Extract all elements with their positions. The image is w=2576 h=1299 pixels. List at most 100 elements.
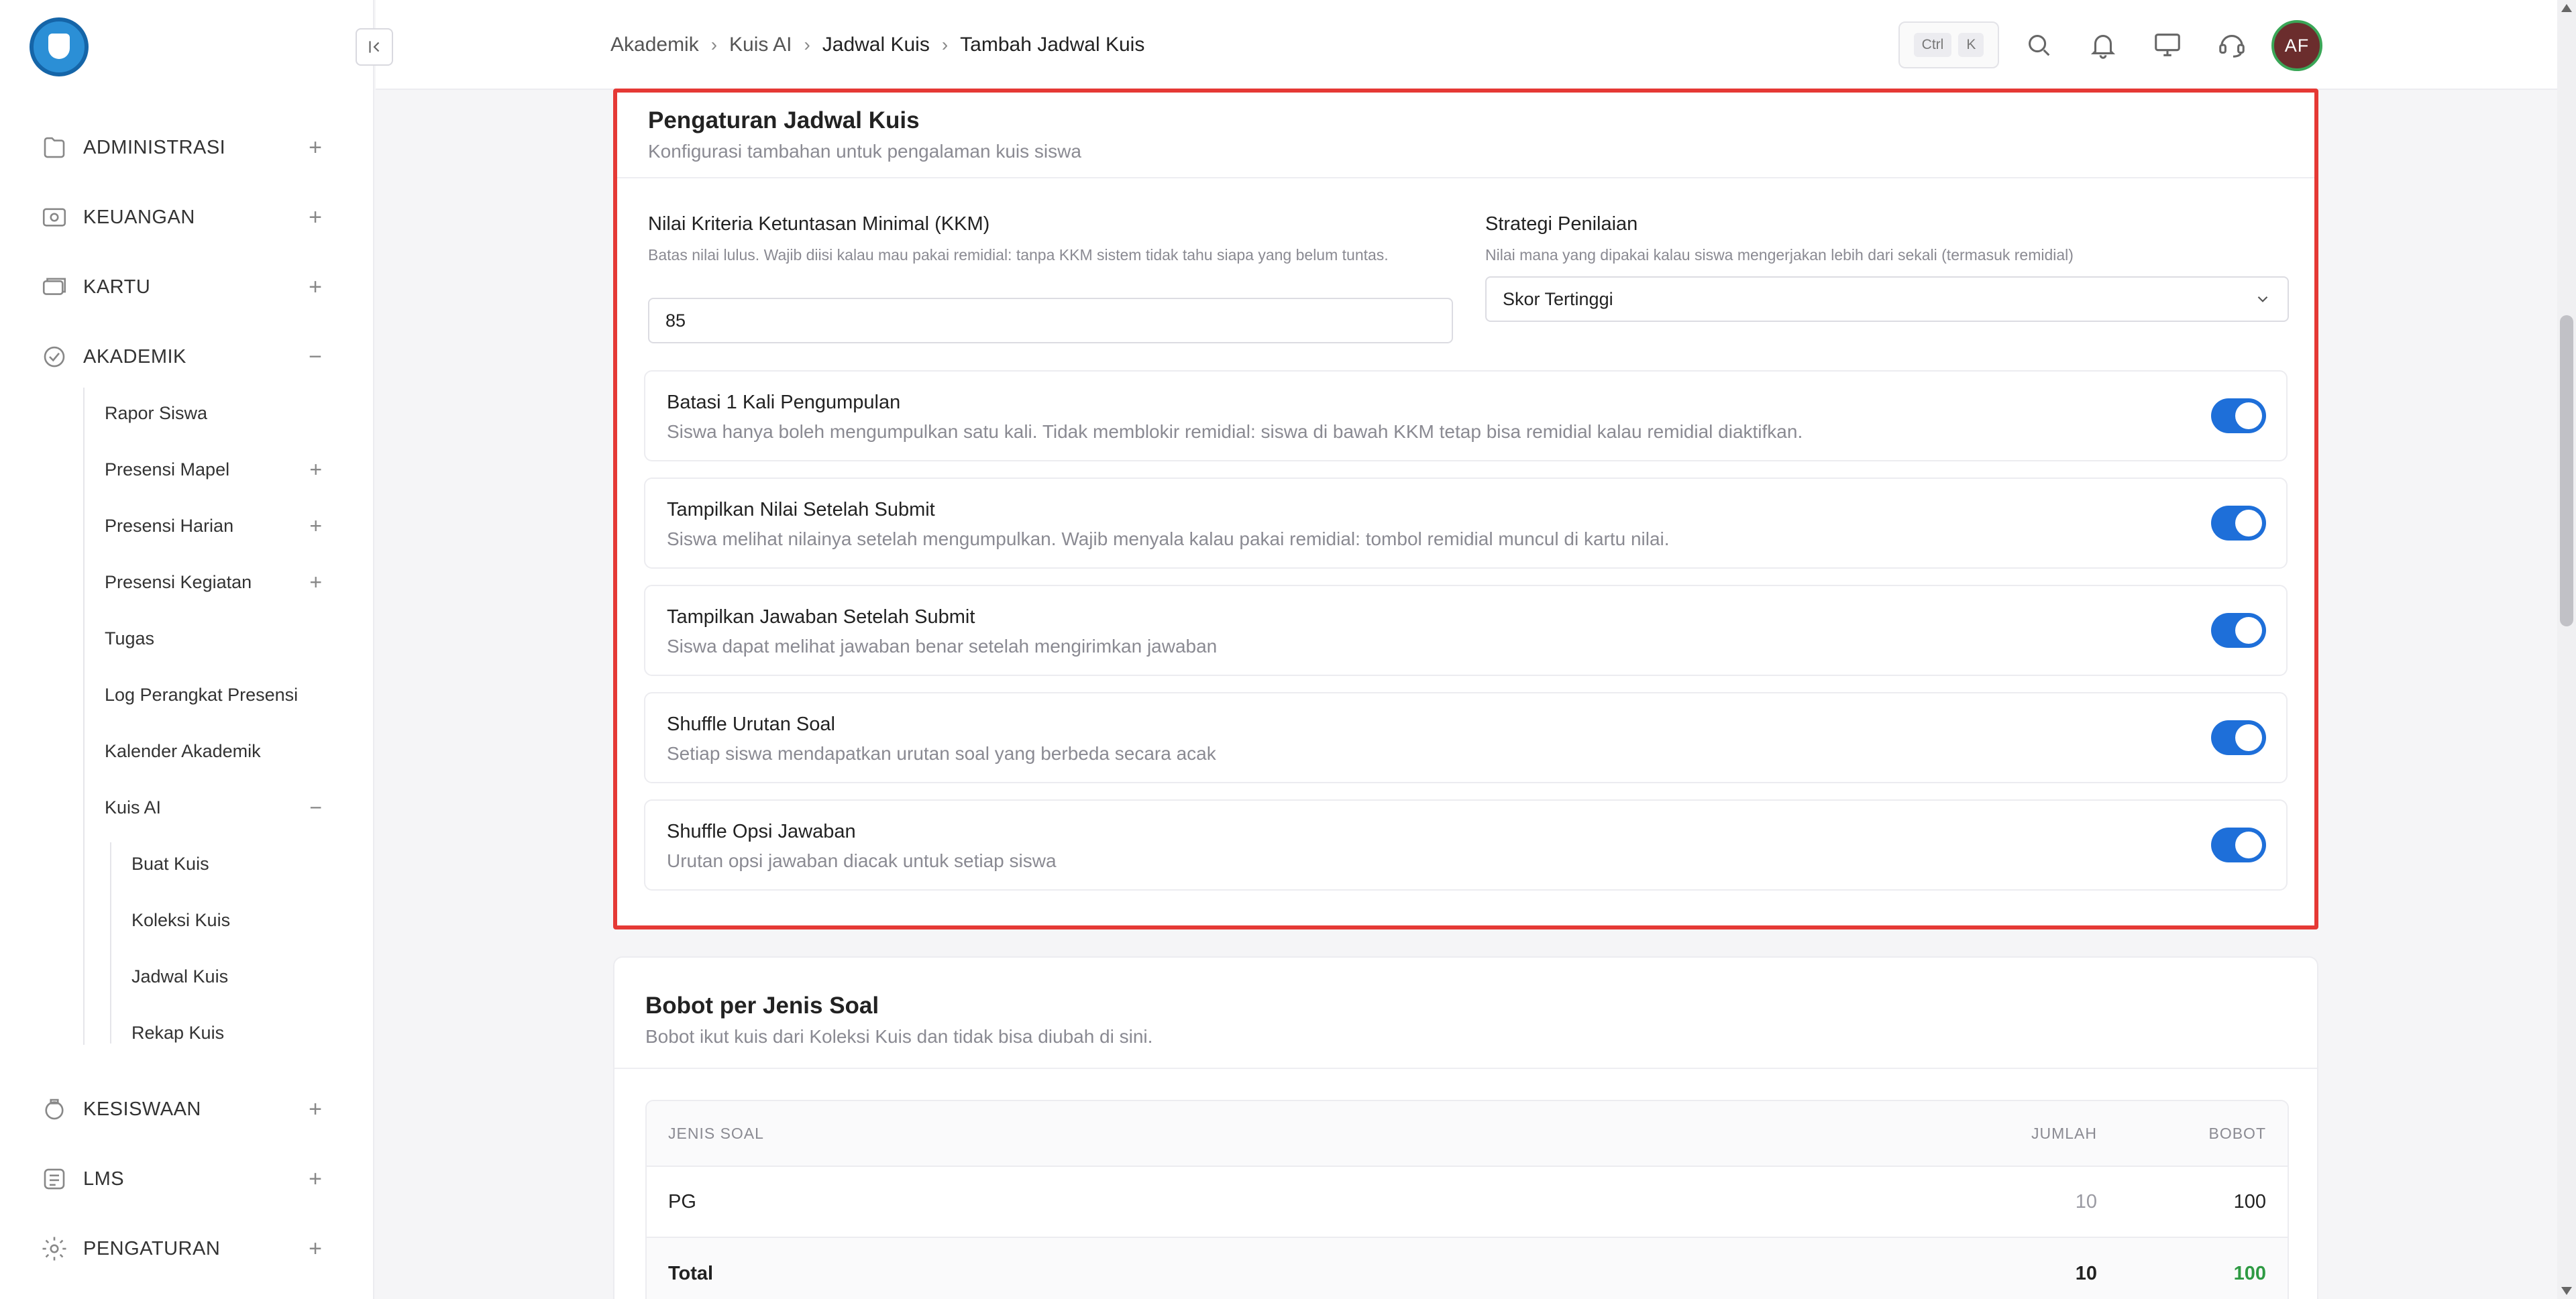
- sidebar-item-label: Rekap Kuis: [131, 1022, 225, 1043]
- shortcut-key-k: K: [1958, 33, 1984, 57]
- show-score-toggle[interactable]: [2211, 506, 2266, 541]
- sidebar-item-kuis-ai[interactable]: Kuis AI −: [105, 789, 322, 826]
- sidebar-item-label: PENGATURAN: [83, 1237, 221, 1259]
- toggle-row-limit-submission: Batasi 1 Kali Pengumpulan Siswa hanya bo…: [644, 370, 2288, 461]
- toggle-row-shuffle-options: Shuffle Opsi Jawaban Urutan opsi jawaban…: [644, 799, 2288, 891]
- expand-icon[interactable]: +: [295, 1166, 322, 1192]
- sidebar-item-lms[interactable]: LMS +: [40, 1159, 322, 1199]
- strategy-label: Strategi Penilaian: [1485, 213, 1638, 235]
- card-header: Bobot per Jenis Soal Bobot ikut kuis dar…: [645, 984, 1152, 1048]
- sidebar-item-label: Buat Kuis: [131, 853, 209, 874]
- toggle-description: Siswa melihat nilainya setelah mengumpul…: [667, 528, 1670, 549]
- toggle-title: Tampilkan Nilai Setelah Submit: [667, 499, 935, 520]
- toggle-description: Siswa dapat melihat jawaban benar setela…: [667, 636, 1218, 657]
- money-icon: [40, 203, 68, 231]
- sidebar-item-kesiswaan[interactable]: KESISWAAN +: [40, 1089, 322, 1129]
- scroll-up-icon[interactable]: [2561, 4, 2572, 12]
- cell-jenis: PG: [668, 1190, 696, 1212]
- avatar[interactable]: AF: [2271, 20, 2322, 71]
- sidebar-item-rapor-siswa[interactable]: Rapor Siswa: [105, 394, 322, 432]
- sidebar-item-kalender-akademik[interactable]: Kalender Akademik: [105, 732, 322, 770]
- expand-icon[interactable]: +: [295, 514, 322, 539]
- expand-icon[interactable]: +: [295, 570, 322, 595]
- expand-icon[interactable]: +: [295, 457, 322, 482]
- kkm-help: Batas nilai lulus. Wajib diisi kalau mau…: [648, 246, 1389, 264]
- sidebar-item-label: KEUANGAN: [83, 206, 195, 228]
- search-icon[interactable]: [2023, 30, 2054, 60]
- command-palette-shortcut[interactable]: Ctrl K: [1898, 21, 1999, 68]
- topbar: Akademik › Kuis AI › Jadwal Kuis › Tamba…: [376, 0, 2576, 90]
- sidebar-item-label: Tugas: [105, 628, 155, 648]
- quiz-schedule-settings-card: Pengaturan Jadwal Kuis Konfigurasi tamba…: [613, 89, 2318, 929]
- breadcrumb: Akademik › Kuis AI › Jadwal Kuis › Tamba…: [610, 30, 1144, 60]
- scroll-thumb[interactable]: [2560, 315, 2573, 626]
- header-jenis-soal: JENIS SOAL: [668, 1124, 764, 1142]
- breadcrumb-jadwal-kuis[interactable]: Jadwal Kuis: [822, 34, 930, 56]
- breadcrumb-kuis-ai[interactable]: Kuis AI: [729, 34, 792, 56]
- sidebar-item-label: Presensi Mapel: [105, 459, 230, 479]
- chevron-right-icon: ›: [941, 34, 949, 55]
- total-jumlah: 10: [2075, 1262, 2097, 1284]
- sidebar-item-tugas[interactable]: Tugas: [105, 620, 322, 657]
- collapse-icon[interactable]: −: [295, 344, 322, 370]
- sidebar-item-keuangan[interactable]: KEUANGAN +: [40, 197, 322, 237]
- table-header: JENIS SOAL JUMLAH BOBOT: [647, 1101, 2288, 1167]
- submenu-guide-line: [110, 842, 111, 1043]
- sidebar-item-presensi-mapel[interactable]: Presensi Mapel +: [105, 451, 322, 488]
- collapse-sidebar-button[interactable]: [356, 28, 393, 66]
- breadcrumb-current: Tambah Jadwal Kuis: [960, 34, 1145, 56]
- strategy-select[interactable]: Skor Tertinggi: [1485, 276, 2289, 322]
- chevron-right-icon: ›: [710, 34, 718, 55]
- weight-table: JENIS SOAL JUMLAH BOBOT PG 10 100 Total …: [645, 1100, 2289, 1299]
- page-scrollbar[interactable]: [2557, 0, 2576, 1299]
- sidebar-item-pengaturan[interactable]: PENGATURAN +: [40, 1229, 322, 1269]
- expand-icon[interactable]: +: [295, 1096, 322, 1123]
- expand-icon[interactable]: +: [295, 1236, 322, 1262]
- breadcrumb-akademik[interactable]: Akademik: [610, 34, 699, 56]
- monitor-icon[interactable]: [2152, 30, 2183, 60]
- sidebar-item-label: Kalender Akademik: [105, 740, 261, 761]
- total-label: Total: [668, 1262, 714, 1284]
- sidebar-item-presensi-kegiatan[interactable]: Presensi Kegiatan +: [105, 563, 322, 601]
- collapse-icon[interactable]: −: [295, 795, 322, 820]
- sidebar-item-log-perangkat[interactable]: Log Perangkat Presensi: [105, 676, 322, 714]
- sidebar-item-label: Presensi Kegiatan: [105, 571, 252, 592]
- sidebar-item-label: Koleksi Kuis: [131, 909, 231, 930]
- shuffle-questions-toggle[interactable]: [2211, 720, 2266, 755]
- toggle-description: Setiap siswa mendapatkan urutan soal yan…: [667, 743, 1216, 764]
- divider: [617, 177, 2314, 178]
- strategy-selected-value: Skor Tertinggi: [1503, 288, 1613, 309]
- folder-icon: [40, 133, 68, 162]
- header-bobot: BOBOT: [2208, 1124, 2266, 1142]
- sidebar-item-koleksi-kuis[interactable]: Koleksi Kuis: [131, 901, 322, 939]
- student-icon: [40, 1095, 68, 1123]
- scroll-down-icon[interactable]: [2561, 1287, 2572, 1295]
- graduation-icon: [40, 343, 68, 371]
- bell-icon[interactable]: [2088, 30, 2118, 60]
- limit-submission-toggle[interactable]: [2211, 398, 2266, 433]
- strategy-help: Nilai mana yang dipakai kalau siswa meng…: [1485, 246, 2074, 264]
- total-bobot: 100: [2233, 1262, 2266, 1284]
- sidebar-item-buat-kuis[interactable]: Buat Kuis: [131, 845, 322, 883]
- sidebar-item-akademik[interactable]: AKADEMIK −: [40, 337, 322, 377]
- school-logo-icon[interactable]: [30, 17, 89, 76]
- toggle-description: Siswa hanya boleh mengumpulkan satu kali…: [667, 421, 1803, 442]
- checklist-icon: [40, 1165, 68, 1193]
- sidebar-item-kartu[interactable]: KARTU +: [40, 267, 322, 307]
- expand-icon[interactable]: +: [295, 135, 322, 161]
- kkm-input[interactable]: 85: [648, 298, 1453, 343]
- shuffle-options-toggle[interactable]: [2211, 828, 2266, 862]
- table-row: PG 10 100: [647, 1167, 2288, 1238]
- settings-title: Pengaturan Jadwal Kuis: [648, 107, 920, 133]
- show-answers-toggle[interactable]: [2211, 613, 2266, 648]
- sidebar: ADMINISTRASI + KEUANGAN + KARTU + AKADEM…: [0, 0, 374, 1299]
- sidebar-item-label: ADMINISTRASI: [83, 136, 226, 158]
- sidebar-item-jadwal-kuis[interactable]: Jadwal Kuis: [131, 958, 322, 995]
- expand-icon[interactable]: +: [295, 274, 322, 300]
- support-headset-icon[interactable]: [2216, 30, 2247, 60]
- sidebar-item-rekap-kuis[interactable]: Rekap Kuis: [131, 1014, 322, 1052]
- sidebar-item-presensi-harian[interactable]: Presensi Harian +: [105, 507, 322, 545]
- expand-icon[interactable]: +: [295, 205, 322, 231]
- sidebar-item-administrasi[interactable]: ADMINISTRASI +: [40, 127, 322, 168]
- settings-subtitle: Konfigurasi tambahan untuk pengalaman ku…: [648, 141, 1081, 162]
